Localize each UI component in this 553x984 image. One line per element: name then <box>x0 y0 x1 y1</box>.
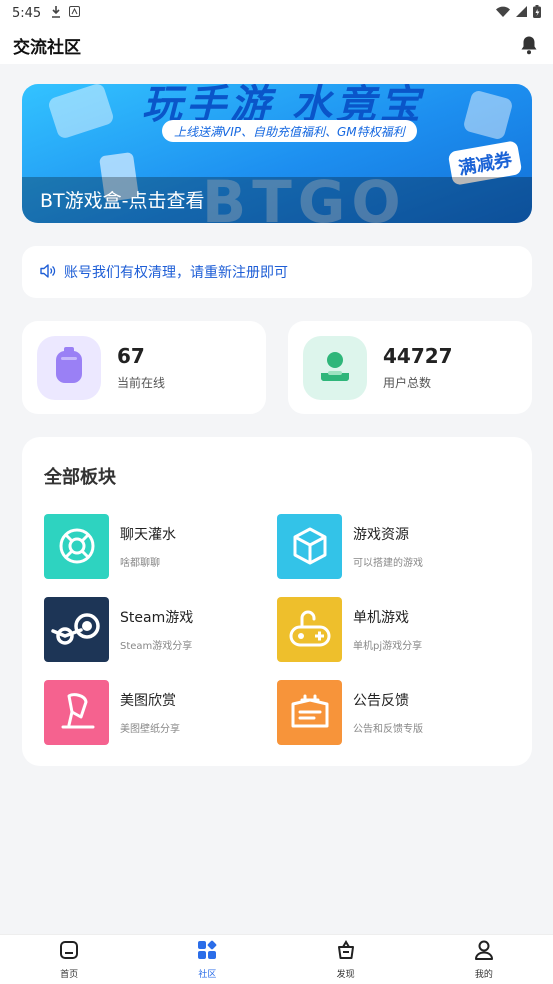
board-desc: 单机pj游戏分享 <box>353 640 423 652</box>
discover-icon <box>336 939 356 964</box>
board-name: 公告反馈 <box>353 692 409 709</box>
board-name: 游戏资源 <box>353 526 409 543</box>
tab-profile[interactable]: 我的 <box>415 935 553 984</box>
user-icon <box>318 349 352 387</box>
board-game-resources[interactable]: 游戏资源 可以搭建的游戏 <box>277 513 497 579</box>
board-name: 聊天灌水 <box>120 526 176 543</box>
profile-icon <box>474 940 494 964</box>
banner-phone-decoration <box>46 84 116 140</box>
wifi-icon <box>496 6 510 21</box>
signal-icon <box>516 5 527 21</box>
battery-icon <box>533 4 541 22</box>
board-desc: 美图壁纸分享 <box>120 723 180 735</box>
status-bar: 5:45 <box>0 0 553 26</box>
boards-panel: 全部板块 聊天灌水 啥都聊聊 游戏资源 可以搭建的游戏 Steam游戏 Stea… <box>22 437 532 766</box>
cube-icon <box>277 513 342 579</box>
tab-label: 我的 <box>474 969 493 980</box>
notice-board-icon <box>277 679 342 745</box>
steam-icon <box>44 596 109 662</box>
board-chat[interactable]: 聊天灌水 啥都聊聊 <box>44 513 264 579</box>
announcement-text: 账号我们有权清理，请重新注册即可 <box>64 265 288 281</box>
announcement-marquee[interactable]: 账号我们有权清理，请重新注册即可 <box>22 246 532 298</box>
board-name: 美图欣赏 <box>120 692 176 709</box>
banner-benefits-pill: 上线送满VIP、自助充值福利、GM特权福利 <box>162 120 417 142</box>
board-steam[interactable]: Steam游戏 Steam游戏分享 <box>44 596 264 662</box>
total-users-label: 用户总数 <box>383 376 432 390</box>
bell-icon[interactable] <box>518 34 540 56</box>
total-users-count: 44727 <box>383 344 453 368</box>
board-desc: 啥都聊聊 <box>120 557 160 569</box>
board-name: Steam游戏 <box>120 609 194 626</box>
top-bar: 交流社区 <box>0 26 553 64</box>
download-icon <box>51 5 61 21</box>
tab-home[interactable]: 首页 <box>0 935 138 984</box>
total-users-card: 44727 用户总数 <box>288 321 532 414</box>
online-users-card: 67 当前在线 <box>22 321 266 414</box>
board-desc: 公告和反馈专版 <box>353 723 423 735</box>
tab-community[interactable]: 社区 <box>138 935 276 984</box>
tab-discover[interactable]: 发现 <box>277 935 415 984</box>
tab-label: 发现 <box>336 969 355 980</box>
online-icon-box <box>37 335 101 400</box>
home-icon <box>59 940 79 964</box>
promo-banner[interactable]: 玩手游 水竟宝 上线送满VIP、自助充值福利、GM特权福利 BTGO 满减券 B… <box>22 84 532 223</box>
bottom-tab-bar: 首页 社区 发现 我的 <box>0 934 553 984</box>
boards-title: 全部板块 <box>44 467 116 488</box>
device-icon <box>54 346 84 389</box>
board-name: 单机游戏 <box>353 609 409 626</box>
popsicle-icon <box>44 679 109 745</box>
users-icon-box <box>303 335 367 400</box>
community-icon <box>197 940 217 964</box>
gamepad-icon <box>277 596 342 662</box>
online-label: 当前在线 <box>117 376 166 390</box>
board-desc: Steam游戏分享 <box>120 640 193 652</box>
page-title: 交流社区 <box>13 37 81 58</box>
board-announcements[interactable]: 公告反馈 公告和反馈专版 <box>277 679 497 745</box>
board-wallpapers[interactable]: 美图欣赏 美图壁纸分享 <box>44 679 264 745</box>
banner-caption: BT游戏盒-点击查看 <box>40 190 205 212</box>
tab-label: 社区 <box>198 969 217 980</box>
lifebuoy-icon <box>44 513 109 579</box>
board-desc: 可以搭建的游戏 <box>353 557 423 569</box>
tab-label: 首页 <box>60 969 79 980</box>
status-time: 5:45 <box>12 5 42 21</box>
online-count: 67 <box>117 344 145 368</box>
speaker-icon <box>40 263 56 282</box>
banner-device-decoration <box>462 89 514 141</box>
app-notification-icon <box>69 6 81 20</box>
board-single-player[interactable]: 单机游戏 单机pj游戏分享 <box>277 596 497 662</box>
